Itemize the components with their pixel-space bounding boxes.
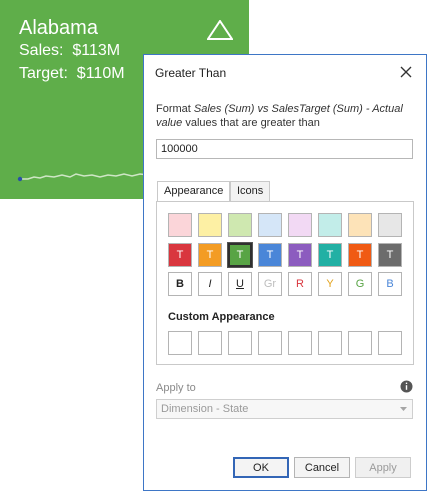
font-style-label: R: [296, 278, 304, 290]
swatch-label: T: [326, 249, 334, 261]
font-style-label: Y: [326, 278, 334, 290]
light-swatch[interactable]: [228, 213, 252, 237]
font-style-button[interactable]: Gr: [258, 272, 282, 296]
cancel-button-label: Cancel: [304, 461, 340, 474]
light-swatch-row: [168, 213, 402, 237]
apply-to-value: Dimension - State: [161, 403, 249, 415]
dialog-titlebar: Greater Than: [144, 55, 426, 89]
format-description: Format Sales (Sum) vs SalesTarget (Sum) …: [156, 102, 418, 130]
font-style-label: U: [236, 278, 244, 290]
triangle-up-icon: [207, 20, 233, 40]
dark-swatch[interactable]: T: [168, 243, 192, 267]
dark-swatch-row: TTTTTTTT: [168, 242, 402, 268]
custom-appearance-cell[interactable]: [258, 331, 282, 355]
custom-appearance-cell[interactable]: [348, 331, 372, 355]
ok-button[interactable]: OK: [233, 457, 289, 478]
custom-appearance-cell[interactable]: [198, 331, 222, 355]
light-swatch[interactable]: [378, 213, 402, 237]
font-style-button[interactable]: R: [288, 272, 312, 296]
font-style-button[interactable]: B: [378, 272, 402, 296]
swatch-label: T: [386, 249, 394, 261]
dialog-title: Greater Than: [155, 66, 227, 80]
font-style-button[interactable]: U: [228, 272, 252, 296]
close-icon[interactable]: [398, 64, 414, 80]
tab-icons-label: Icons: [237, 185, 264, 197]
swatch-label: T: [296, 249, 304, 261]
font-style-button[interactable]: Y: [318, 272, 342, 296]
font-style-row: B I U Gr R Y G B: [168, 272, 402, 296]
appearance-panel: T T T T T T T T B I U Gr R Y G B Custom Appearance: [156, 201, 414, 365]
apply-button[interactable]: Apply: [355, 457, 411, 478]
desc-prefix: Format: [156, 103, 194, 115]
dark-swatch[interactable]: T: [378, 243, 402, 267]
light-swatch[interactable]: [318, 213, 342, 237]
swatch-label: T: [266, 249, 274, 261]
custom-appearance-row: [168, 331, 402, 355]
custom-appearance-cell[interactable]: [228, 331, 252, 355]
custom-appearance-cell[interactable]: [378, 331, 402, 355]
apply-to-label: Apply to: [156, 382, 196, 394]
cancel-button[interactable]: Cancel: [294, 457, 350, 478]
dark-swatch[interactable]: T: [258, 243, 282, 267]
swatch-label: T: [356, 249, 364, 261]
light-swatch[interactable]: [198, 213, 222, 237]
apply-to-select[interactable]: Dimension - State: [156, 399, 413, 419]
card-target: Target: $110M: [19, 65, 125, 82]
card-title: Alabama: [19, 17, 98, 39]
tab-appearance[interactable]: Appearance: [157, 181, 231, 203]
swatch-label: T: [176, 249, 184, 261]
apply-button-label: Apply: [369, 461, 397, 474]
font-style-button[interactable]: G: [348, 272, 372, 296]
dark-swatch[interactable]: T: [318, 243, 342, 267]
light-swatch[interactable]: [348, 213, 372, 237]
font-style-label: B: [386, 278, 394, 290]
desc-suffix: values that are greater than: [182, 117, 320, 129]
custom-appearance-heading: Custom Appearance: [168, 311, 275, 323]
tab-icons[interactable]: Icons: [230, 181, 271, 202]
ok-button-label: OK: [253, 461, 269, 474]
light-swatch[interactable]: [168, 213, 192, 237]
font-style-label: Gr: [263, 278, 277, 290]
swatch-label: T: [236, 249, 244, 261]
threshold-value-input[interactable]: [156, 139, 413, 159]
font-style-button[interactable]: I: [198, 272, 222, 296]
info-icon[interactable]: [400, 380, 413, 393]
chevron-down-icon: [400, 407, 407, 411]
font-style-label: B: [176, 278, 184, 290]
card-sales: Sales: $113M: [19, 42, 121, 59]
light-swatch[interactable]: [288, 213, 312, 237]
custom-appearance-cell[interactable]: [168, 331, 192, 355]
font-style-button[interactable]: B: [168, 272, 192, 296]
custom-appearance-cell[interactable]: [288, 331, 312, 355]
tab-appearance-label: Appearance: [164, 185, 224, 197]
dark-swatch[interactable]: T: [198, 243, 222, 267]
custom-appearance-cell[interactable]: [318, 331, 342, 355]
dark-swatch[interactable]: T: [227, 242, 253, 268]
dark-swatch[interactable]: T: [348, 243, 372, 267]
swatch-label: T: [206, 249, 214, 261]
font-style-label: I: [208, 278, 212, 290]
greater-than-dialog: Greater Than Format Sales (Sum) vs Sales…: [143, 54, 427, 491]
sparkline: [17, 173, 149, 182]
dark-swatch[interactable]: T: [288, 243, 312, 267]
font-style-label: G: [355, 278, 365, 290]
light-swatch[interactable]: [258, 213, 282, 237]
